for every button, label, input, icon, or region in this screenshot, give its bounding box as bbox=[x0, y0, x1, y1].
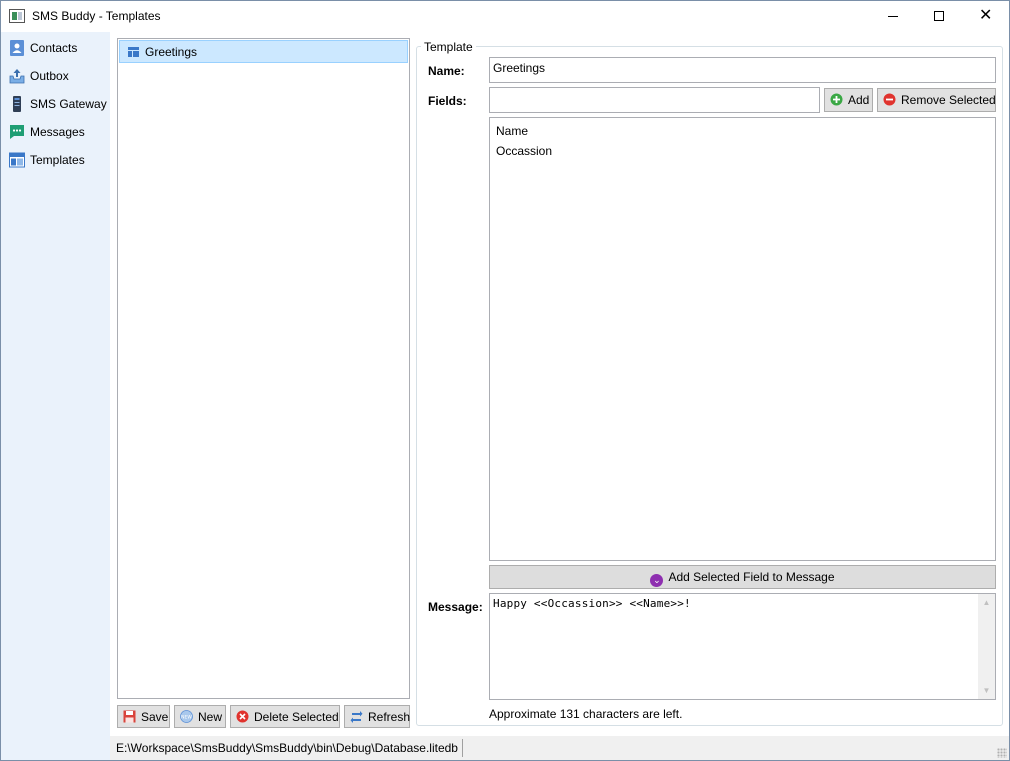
list-item-label: Greetings bbox=[145, 45, 198, 59]
sidebar-item-label: Outbox bbox=[30, 69, 69, 83]
template-group-title: Template bbox=[421, 40, 476, 54]
add-icon bbox=[830, 93, 843, 106]
sidebar-item-sms-gateway[interactable]: SMS Gateway bbox=[1, 93, 110, 117]
sidebar-item-label: Messages bbox=[30, 125, 85, 139]
name-field-value: Greetings bbox=[493, 61, 546, 75]
outbox-icon bbox=[9, 69, 25, 84]
sidebar-item-label: Contacts bbox=[30, 41, 78, 55]
remove-selected-button[interactable]: Remove Selected bbox=[877, 88, 996, 112]
sidebar-item-messages[interactable]: Messages bbox=[1, 121, 110, 145]
sidebar-item-label: SMS Gateway bbox=[30, 97, 107, 111]
list-item[interactable]: Occassion bbox=[496, 144, 552, 158]
scroll-up-icon[interactable]: ▲ bbox=[978, 594, 995, 611]
field-name-input[interactable] bbox=[489, 87, 820, 113]
list-item[interactable]: Name bbox=[496, 124, 528, 138]
status-separator bbox=[462, 739, 463, 757]
contacts-icon bbox=[10, 40, 24, 56]
save-label: Save bbox=[141, 710, 169, 724]
add-field-to-message-label: Add Selected Field to Message bbox=[668, 570, 835, 584]
resize-grip-icon[interactable] bbox=[997, 748, 1007, 758]
fields-list[interactable]: Name Occassion bbox=[489, 117, 996, 561]
sidebar-item-outbox[interactable]: Outbox bbox=[1, 65, 110, 89]
add-field-label: Add bbox=[848, 93, 870, 107]
save-button[interactable]: Save bbox=[117, 705, 170, 728]
delete-selected-label: Delete Selected bbox=[254, 710, 339, 724]
add-field-to-message-button[interactable]: ⌄ Add Selected Field to Message bbox=[489, 565, 996, 589]
sidebar-item-templates[interactable]: Templates bbox=[1, 149, 110, 173]
scroll-down-icon[interactable]: ▼ bbox=[978, 682, 995, 699]
refresh-label: Refresh bbox=[368, 710, 411, 724]
save-icon bbox=[123, 710, 136, 723]
sidebar-nav: Contacts Outbox SMS Gateway Messages Tem… bbox=[1, 32, 110, 760]
delete-icon bbox=[236, 710, 249, 723]
new-label: New bbox=[198, 710, 223, 724]
delete-selected-button[interactable]: Delete Selected bbox=[230, 705, 340, 728]
close-button[interactable]: ✕ bbox=[962, 1, 1008, 32]
messages-icon bbox=[10, 125, 24, 139]
characters-left-text: Approximate 131 characters are left. bbox=[489, 707, 683, 721]
template-item-icon bbox=[128, 47, 139, 57]
app-icon bbox=[9, 9, 25, 23]
templates-icon bbox=[9, 152, 25, 168]
refresh-button[interactable]: Refresh bbox=[344, 705, 410, 728]
name-label: Name: bbox=[428, 64, 465, 78]
app-window: SMS Buddy - Templates ✕ Contacts Outbox bbox=[0, 0, 1010, 761]
new-button[interactable]: NEW New bbox=[174, 705, 226, 728]
window-title: SMS Buddy - Templates bbox=[32, 9, 161, 23]
maximize-button[interactable] bbox=[916, 1, 962, 32]
gateway-icon bbox=[13, 96, 21, 112]
list-item[interactable]: Greetings bbox=[119, 40, 408, 63]
message-label: Message: bbox=[428, 600, 483, 614]
templates-list[interactable]: Greetings bbox=[117, 38, 410, 699]
title-bar: SMS Buddy - Templates ✕ bbox=[1, 1, 1009, 32]
refresh-icon bbox=[350, 711, 363, 723]
status-bar: E:\Workspace\SmsBuddy\SmsBuddy\bin\Debug… bbox=[110, 736, 1009, 760]
fields-label: Fields: bbox=[428, 94, 467, 108]
sidebar-item-label: Templates bbox=[30, 153, 85, 167]
chevron-down-icon: ⌄ bbox=[650, 574, 664, 587]
message-textarea[interactable]: Happy <<Occassion>> <<Name>>! ▲ ▼ bbox=[489, 593, 996, 700]
close-icon: ✕ bbox=[979, 5, 993, 24]
remove-selected-label: Remove Selected bbox=[901, 93, 996, 107]
minimize-icon bbox=[888, 16, 898, 17]
new-icon: NEW bbox=[180, 710, 193, 723]
message-scrollbar[interactable]: ▲ ▼ bbox=[978, 594, 995, 699]
minimize-button[interactable] bbox=[870, 1, 916, 32]
remove-icon bbox=[883, 93, 896, 106]
database-path: E:\Workspace\SmsBuddy\SmsBuddy\bin\Debug… bbox=[116, 741, 458, 755]
maximize-icon bbox=[934, 11, 944, 21]
svg-text:NEW: NEW bbox=[181, 714, 192, 720]
name-field[interactable]: Greetings bbox=[489, 57, 996, 83]
sidebar-item-contacts[interactable]: Contacts bbox=[1, 37, 110, 61]
message-text: Happy <<Occassion>> <<Name>>! bbox=[493, 597, 691, 610]
add-field-button[interactable]: Add bbox=[824, 88, 873, 112]
